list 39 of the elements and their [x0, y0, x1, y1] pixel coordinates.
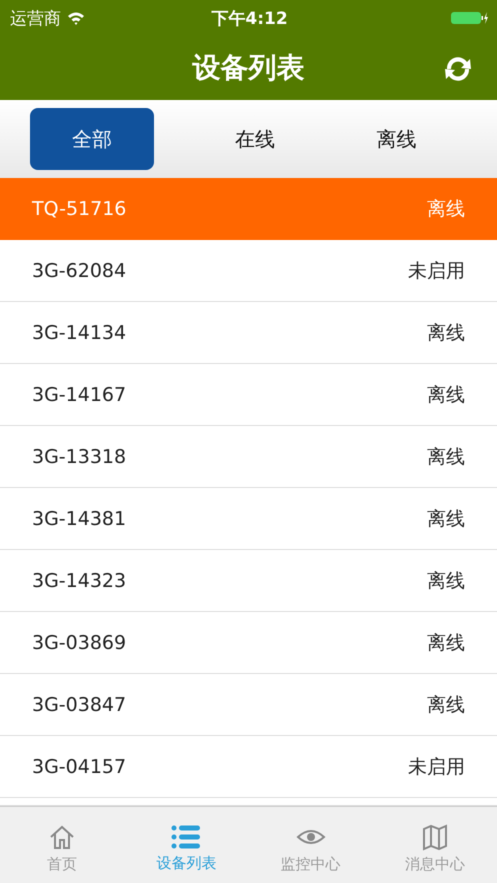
battery-icon [451, 10, 490, 26]
page-title: 设备列表 [192, 50, 304, 86]
device-status: 未启用 [408, 258, 465, 284]
device-name: 3G-04157 [32, 756, 126, 778]
device-name: 3G-62084 [32, 260, 126, 282]
device-name: 3G-03869 [32, 632, 126, 654]
device-status: 离线 [427, 196, 465, 222]
device-name: 3G-14134 [32, 322, 126, 344]
device-status: 离线 [427, 506, 465, 532]
device-row[interactable]: 3G-14134 离线 [0, 302, 497, 364]
filter-tab[interactable]: 在线 [184, 108, 326, 170]
device-status: 离线 [427, 320, 465, 346]
device-status: 离线 [427, 444, 465, 470]
device-row[interactable]: 3G-13318 离线 [0, 426, 497, 488]
device-name: 3G-14381 [32, 508, 126, 530]
device-name: 3G-14323 [32, 570, 126, 592]
device-row[interactable]: 3G-62084 未启用 [0, 240, 497, 302]
device-status: 离线 [427, 692, 465, 718]
device-name: 3G-03847 [32, 694, 126, 716]
device-name: 3G-13318 [32, 446, 126, 468]
filter-tab[interactable]: 离线 [326, 108, 467, 170]
device-row[interactable]: 3G-03847 离线 [0, 674, 497, 736]
status-time: 下午4:12 [210, 8, 289, 30]
carrier-name: 运营商 [10, 8, 61, 30]
device-row[interactable]: 3G-14381 离线 [0, 488, 497, 550]
device-status: 离线 [427, 568, 465, 594]
device-row[interactable]: 3G-03869 离线 [0, 612, 497, 674]
device-status: 离线 [427, 382, 465, 408]
device-name: TQ-51716 [32, 198, 126, 220]
device-row[interactable]: 3G-04157 未启用 [0, 736, 497, 798]
device-name: 3G-14167 [32, 384, 126, 406]
filter-tab[interactable]: 全部 [30, 108, 154, 170]
device-row[interactable]: 3G-14323 离线 [0, 550, 497, 612]
list-icon [171, 824, 202, 850]
device-status: 未启用 [408, 754, 465, 780]
device-status: 离线 [427, 630, 465, 656]
wifi-icon [67, 11, 85, 25]
map-icon [420, 822, 449, 850]
device-row[interactable]: 3G-14167 离线 [0, 364, 497, 426]
